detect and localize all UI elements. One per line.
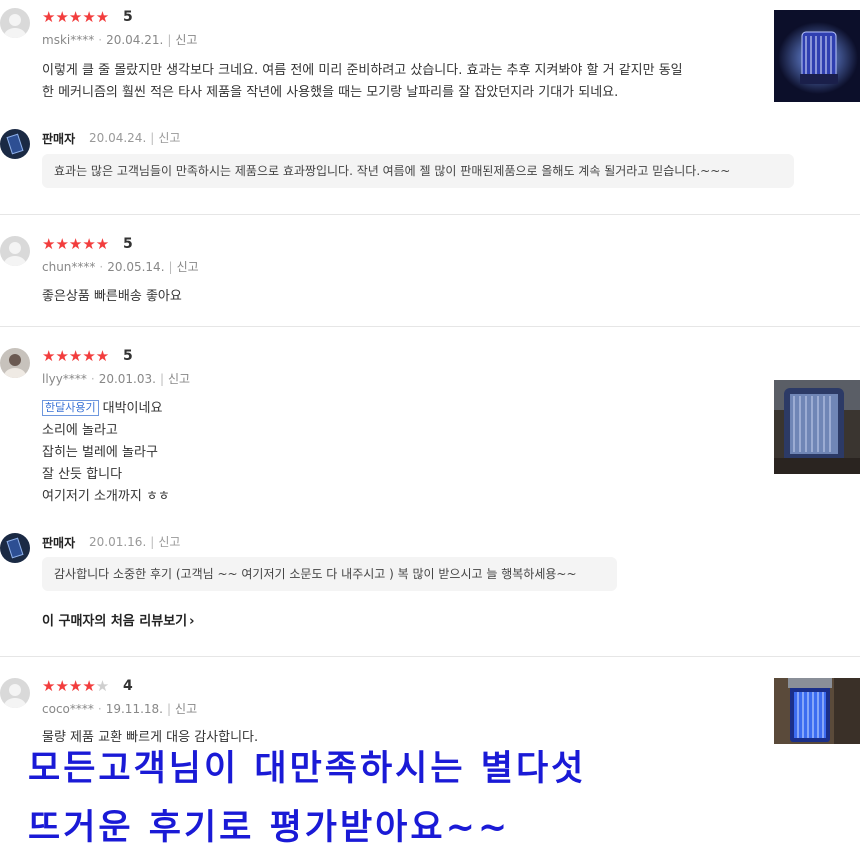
- review-photo-thumbnail[interactable]: [774, 678, 860, 744]
- report-link[interactable]: 신고: [158, 131, 180, 145]
- user-avatar: [0, 8, 30, 38]
- seller-reply-text: 효과는 많은 고객님들이 만족하시는 제품으로 효과짱입니다. 작년 여름에 젤…: [54, 164, 731, 178]
- review-date: 20.01.03.: [98, 372, 156, 386]
- review-meta: coco**** · 19.11.18. | 신고: [42, 702, 198, 716]
- seller-avatar: [0, 129, 30, 159]
- chevron-right-icon: ›: [189, 614, 195, 629]
- review-photo-thumbnail[interactable]: [774, 380, 860, 474]
- review-divider: [0, 214, 860, 215]
- review-meta: llyy**** · 20.01.03. | 신고: [42, 372, 191, 386]
- report-link[interactable]: 신고: [168, 372, 190, 386]
- bug-zapper-photo: [774, 380, 860, 474]
- seller-reply-text: 감사합니다 소중한 후기 (고객님 ~~ 여기저기 소문도 다 내주시고 ) 복…: [54, 567, 577, 581]
- review-text: 한달사용기 대박이네요 소리에 놀라고 잡히는 벌레에 놀라구 잘 산듯 합니다 …: [42, 400, 170, 504]
- promo-banner-line-1: 모든고객님이 대만족하시는 별다섯: [28, 749, 587, 789]
- seller-avatar: [0, 533, 30, 563]
- rating-score: 4: [123, 678, 133, 694]
- star-rating: ★★★★★: [42, 235, 110, 253]
- reviewer-id: llyy****: [42, 372, 87, 386]
- reviewer-id: chun****: [42, 260, 96, 274]
- rating-score: 5: [123, 236, 133, 252]
- usage-tag: 한달사용기: [42, 400, 99, 416]
- review-divider: [0, 326, 860, 327]
- review-text: 좋은상품 빠른배송 좋아요: [42, 289, 182, 304]
- promo-banner-line-2: 뜨거운 후기로 평가받아요~~: [28, 808, 511, 848]
- review-date: 19.11.18.: [105, 702, 163, 716]
- reply-date: 20.01.16.: [89, 535, 147, 549]
- seller-reply-box: 감사합니다 소중한 후기 (고객님 ~~ 여기저기 소문도 다 내주시고 ) 복…: [42, 557, 617, 591]
- report-link[interactable]: 신고: [177, 260, 199, 274]
- report-link[interactable]: 신고: [158, 535, 180, 549]
- review-date: 20.05.14.: [107, 260, 165, 274]
- reviewer-id: mski****: [42, 33, 95, 47]
- review-divider: [0, 656, 860, 657]
- rating-score: 5: [123, 9, 133, 25]
- first-review-link[interactable]: 이 구매자의 처음 리뷰보기 ›: [42, 614, 195, 630]
- report-link[interactable]: 신고: [175, 33, 197, 47]
- bug-zapper-photo: [774, 10, 860, 102]
- review-date: 20.04.21.: [106, 33, 164, 47]
- bug-zapper-photo: [774, 678, 860, 744]
- review-photo-thumbnail[interactable]: [774, 10, 860, 102]
- seller-reply-meta: 20.01.16. | 신고: [89, 535, 181, 549]
- user-avatar: [0, 678, 30, 708]
- report-link[interactable]: 신고: [175, 702, 197, 716]
- review-meta: mski**** · 20.04.21. | 신고: [42, 33, 198, 47]
- seller-reply-box: 효과는 많은 고객님들이 만족하시는 제품으로 효과짱입니다. 작년 여름에 젤…: [42, 154, 794, 188]
- star-rating: ★★★★★: [42, 677, 110, 695]
- user-avatar: [0, 348, 30, 378]
- review-text: 이렇게 클 줄 몰랐지만 생각보다 크네요. 여름 전에 미리 준비하려고 샀습…: [42, 63, 683, 100]
- review-text: 물량 제품 교환 빠르게 대응 감사합니다.: [42, 730, 259, 745]
- reviewer-id: coco****: [42, 702, 94, 716]
- seller-reply-meta: 20.04.24. | 신고: [89, 131, 181, 145]
- reply-date: 20.04.24.: [89, 131, 147, 145]
- star-rating: ★★★★★: [42, 347, 110, 365]
- star-rating: ★★★★★: [42, 8, 110, 26]
- seller-name: 판매자: [42, 132, 76, 146]
- rating-score: 5: [123, 348, 133, 364]
- user-avatar: [0, 236, 30, 266]
- seller-name: 판매자: [42, 536, 76, 550]
- review-meta: chun**** · 20.05.14. | 신고: [42, 260, 199, 274]
